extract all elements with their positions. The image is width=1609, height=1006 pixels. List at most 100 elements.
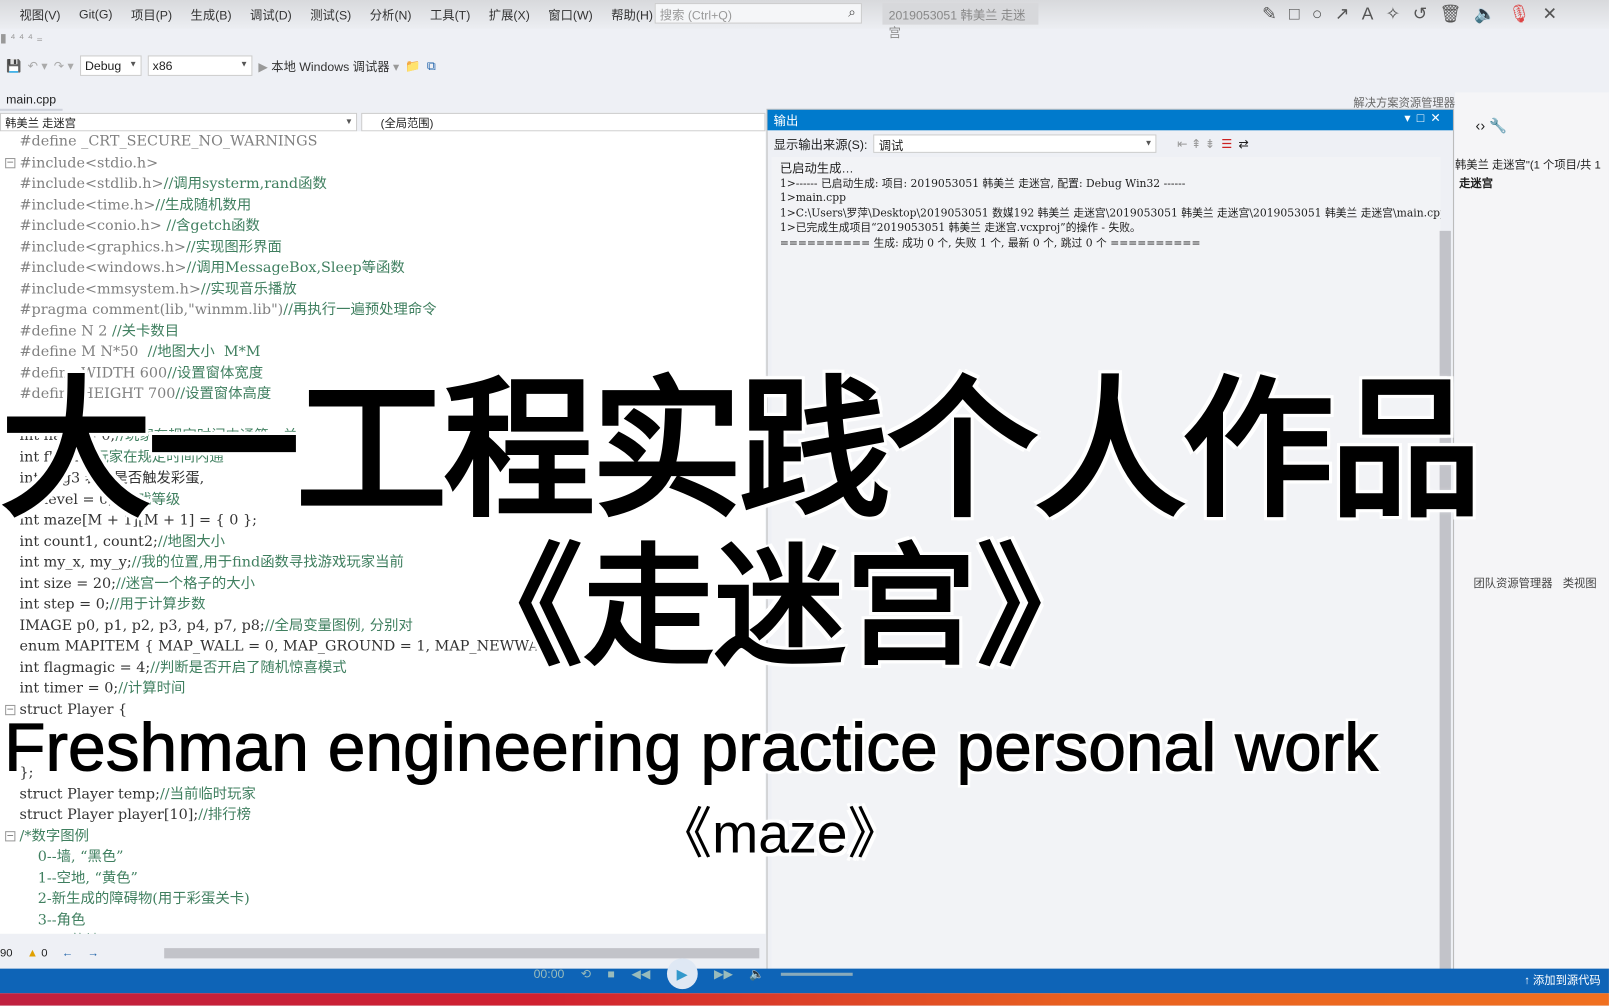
toggle-wrap-icon[interactable]: ⇄ xyxy=(1238,136,1248,150)
global-scope-select[interactable]: (全局范围) xyxy=(361,112,766,132)
warning-count[interactable]: ▲ 0 xyxy=(27,947,48,959)
code-line: #define _CRT_SECURE_NO_WARNINGS xyxy=(19,133,318,150)
forward-arrow-icon[interactable]: → xyxy=(88,947,99,959)
code-line: int size = 20;//迷宫一个格子的大小 xyxy=(19,575,255,592)
magic-wand-icon[interactable]: ✧ xyxy=(1386,4,1401,25)
add-source-label: 添加到源代码 xyxy=(1532,974,1601,988)
output-header: 输出 ▾□✕ xyxy=(767,109,1453,131)
zoom-level[interactable]: 90 xyxy=(0,947,13,959)
tab-main-cpp[interactable]: main.cpp xyxy=(0,90,63,111)
back-arrow-icon[interactable]: ← xyxy=(62,947,73,959)
menu-extensions[interactable]: 扩展(X) xyxy=(489,6,530,23)
search-icon: ⌕ xyxy=(848,4,856,20)
platform-value: x86 xyxy=(152,58,173,73)
solution-explorer-title: 解决方案资源管理器 xyxy=(1353,97,1456,110)
scope-left-value: 韩美兰 走迷宫 xyxy=(5,118,76,131)
code-line: int timer = 0;//计算时间 xyxy=(19,680,186,697)
clear-all-icon[interactable]: ⇤ ⇞ ⇟ xyxy=(1177,136,1215,150)
menu-tools[interactable]: 工具(T) xyxy=(430,6,470,23)
menu-window[interactable]: 窗口(W) xyxy=(548,6,592,23)
folder-icon[interactable]: 📁 xyxy=(405,58,420,72)
speaker-icon[interactable]: 🔈 xyxy=(1474,4,1496,25)
save-icon[interactable]: 💾 xyxy=(6,58,21,72)
fast-forward-icon[interactable]: ▶▶ xyxy=(714,967,733,981)
code-line: IMAGE p0, p1, p2, p3, p4, p7, p8;//全局变量图… xyxy=(19,617,413,634)
code-line: #include<windows.h>//调用MessageBox,Sleep等… xyxy=(19,259,405,277)
word-wrap-icon[interactable]: ☰ xyxy=(1221,136,1232,150)
pencil-icon[interactable]: ✎ xyxy=(1262,4,1277,25)
code-line: #include<conio.h> //含getch函数 xyxy=(19,217,260,234)
warning-count-value: 0 xyxy=(41,947,48,960)
menu-analyze[interactable]: 分析(N) xyxy=(370,6,412,23)
tab-team-explorer[interactable]: 团队资源管理器 xyxy=(1473,575,1552,591)
volume-icon[interactable]: 🔈 xyxy=(749,967,764,981)
output-line: 1>main.cpp xyxy=(779,191,847,205)
rectangle-icon[interactable]: □ xyxy=(1289,4,1300,25)
rewind-icon[interactable]: ◀◀ xyxy=(631,967,650,981)
wrench-icon[interactable]: 🔧 xyxy=(1489,117,1507,133)
menu-build[interactable]: 生成(B) xyxy=(191,6,232,23)
stop-icon[interactable]: ■ xyxy=(608,967,615,981)
danmaku-icon[interactable]: ⟲ xyxy=(581,967,591,981)
text-icon[interactable]: A xyxy=(1362,4,1374,25)
code-line: struct Player player[10];//排行榜 xyxy=(19,806,251,823)
play-button[interactable]: ▶ xyxy=(666,958,698,990)
toolbar-main: 💾 ↶ ▾ ↷ ▾ Debug ▼ x86 ▼ ▶ 本地 Windows 调试器 ▾… xyxy=(0,53,780,78)
search-input[interactable]: 搜索 (Ctrl+Q) ⌕ xyxy=(654,3,862,24)
trash-icon[interactable]: 🗑 xyxy=(1440,4,1462,25)
close-icon[interactable]: ✕ xyxy=(1543,4,1558,25)
code-line: #include<stdio.h> xyxy=(19,154,159,171)
tab-class-view[interactable]: 类视图 xyxy=(1563,575,1597,591)
menu-git[interactable]: Git(G) xyxy=(79,7,113,21)
code-line: #include<time.h>//生成随机数用 xyxy=(19,196,252,213)
recording-toolbar: ✎ □ ○ ↗ A ✧ ↺ 🗑 🔈 🎙 ✕ xyxy=(1262,4,1557,25)
circle-icon[interactable]: ○ xyxy=(1312,4,1323,25)
project-scope-select[interactable]: 韩美兰 走迷宫 ▼ xyxy=(0,112,358,132)
code-view-icon[interactable]: ‹› xyxy=(1476,117,1486,133)
project-title: 2019053051 韩美兰 走迷宫 xyxy=(882,3,1039,40)
code-line: #pragma comment(lib,"winmm.lib")//再执行一遍预… xyxy=(19,301,437,319)
output-line: 1>C:\Users\罗萍\Desktop\2019053051 数媒192 韩… xyxy=(779,206,1441,220)
project-node[interactable]: 走迷宫 xyxy=(1459,174,1493,190)
browser-icon[interactable]: ⧉ xyxy=(427,58,436,73)
mic-muted-icon[interactable]: 🎙 xyxy=(1508,4,1530,25)
overlay-subtitle-cn: 《走迷宫》 xyxy=(451,531,1109,685)
config-value: Debug xyxy=(84,58,122,73)
undo-icon[interactable]: ↶ ▾ xyxy=(28,58,48,72)
menu-view[interactable]: 视图(V) xyxy=(19,6,60,23)
fold-toggle-icon[interactable]: − xyxy=(5,157,16,168)
menu-test[interactable]: 测试(S) xyxy=(310,6,351,23)
add-to-source-control[interactable]: ↑ 添加到源代码 xyxy=(1524,972,1601,988)
window-controls[interactable]: ▾□✕ xyxy=(1404,111,1446,125)
panel-tabs: 团队资源管理器 类视图 xyxy=(1473,575,1596,591)
overlay-subtitle-en: 《maze》 xyxy=(656,803,904,866)
output-line: 已启动生成… xyxy=(779,161,854,176)
horizontal-scrollbar[interactable] xyxy=(164,948,760,959)
arrow-icon[interactable]: ↗ xyxy=(1335,4,1350,25)
start-debug-button[interactable]: ▶ 本地 Windows 调试器 ▾ xyxy=(258,57,399,74)
fold-toggle-icon[interactable]: − xyxy=(5,830,16,841)
code-line: int flagmagic = 4;//判断是否开启了随机惊喜模式 xyxy=(19,659,347,676)
output-source-select[interactable]: 调试 ▼ xyxy=(873,134,1157,153)
code-line: int step = 0;//用于计算步数 xyxy=(19,596,206,613)
debugger-label: 本地 Windows 调试器 xyxy=(271,59,390,74)
code-line: 0--墙, “黑色” xyxy=(19,848,124,866)
code-line: #include<graphics.h>//实现图形界面 xyxy=(19,238,282,255)
solution-explorer: 解决方案资源管理器 ‹› 🔧 韩美兰 走迷宫"(1 个项目/共 1 走迷宫 团队… xyxy=(1353,92,1609,975)
redo-icon[interactable]: ↷ ▾ xyxy=(54,58,74,72)
warning-icon: ▲ xyxy=(26,947,39,960)
output-source-value: 调试 xyxy=(878,138,904,153)
volume-slider[interactable] xyxy=(781,972,853,976)
platform-select[interactable]: x86 ▼ xyxy=(147,55,253,76)
menu-debug[interactable]: 调试(D) xyxy=(250,6,292,23)
config-select[interactable]: Debug ▼ xyxy=(79,55,142,76)
code-line: 4--目的地 xyxy=(19,931,100,934)
menu-project[interactable]: 项目(P) xyxy=(131,6,172,23)
toolbar-secondary: ▮ ⁴ ⁴ ⁴ ₌ xyxy=(0,30,43,46)
code-line: 3--角色 xyxy=(19,911,86,929)
output-title: 输出 xyxy=(773,113,799,129)
code-line: /*数字图例 xyxy=(19,827,89,844)
undo-icon[interactable]: ↺ xyxy=(1413,4,1428,25)
menu-help[interactable]: 帮助(H) xyxy=(611,6,653,23)
code-line: 1--空地, “黄色” xyxy=(19,869,138,887)
